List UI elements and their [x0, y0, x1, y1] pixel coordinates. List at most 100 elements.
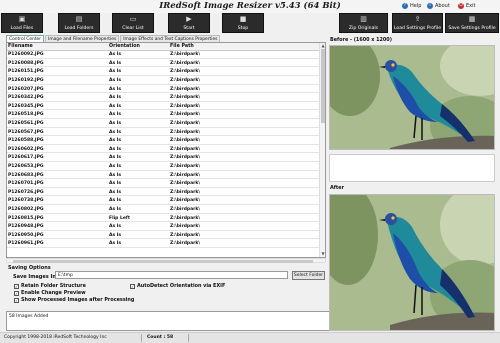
zip-originals-button[interactable]: ▥ Zip Originals [339, 13, 388, 33]
file-path-cell: Z:\birdpark\ [170, 78, 201, 84]
column-header-filename[interactable]: Filename [8, 44, 33, 49]
help-label: Help [410, 3, 422, 9]
file-path-cell: Z:\birdpark\ [170, 146, 201, 152]
file-path-cell: Z:\birdpark\ [170, 181, 201, 187]
about-button[interactable]: i About [427, 3, 450, 9]
column-header-orientation[interactable]: Orientation [109, 44, 140, 49]
table-row[interactable]: P1260561.JPG As Is Z:\birdpark\ [7, 120, 321, 128]
filename-cell: P1260961.JPG [8, 241, 44, 247]
filename-cell: P1260518.JPG [8, 112, 44, 118]
table-row[interactable]: P1260567.JPG As Is Z:\birdpark\ [7, 128, 321, 137]
table-row[interactable]: P1260088.JPG As Is Z:\birdpark\ [7, 60, 321, 68]
enable-preview-label: Enable Change Preview [21, 290, 86, 296]
start-label: Start [183, 26, 195, 31]
table-row[interactable]: P1260683.JPG As Is Z:\birdpark\ [7, 171, 321, 180]
orientation-cell: As Is [109, 232, 122, 238]
load-folders-button[interactable]: ▤ Load Folders [58, 13, 100, 33]
show-processed-checkbox[interactable]: ✓ Show Processed Images after Processing [14, 297, 134, 303]
enable-preview-checkbox[interactable]: ✓ Enable Change Preview [14, 290, 86, 296]
table-row[interactable]: P1260948.JPG As Is Z:\birdpark\ [7, 223, 321, 231]
retain-folder-label: Retain Folder Structure [21, 283, 86, 289]
table-row[interactable]: P1260653.JPG As Is Z:\birdpark\ [7, 163, 321, 171]
table-row[interactable]: P1260617.JPG As Is Z:\birdpark\ [7, 154, 321, 162]
start-button[interactable]: ▶ Start [168, 13, 210, 33]
file-path-cell: Z:\birdpark\ [170, 121, 201, 127]
orientation-cell: As Is [109, 95, 122, 101]
file-path-cell: Z:\birdpark\ [170, 138, 201, 144]
table-row[interactable]: P1260701.JPG As Is Z:\birdpark\ [7, 180, 321, 188]
tab-image-effects-captions[interactable]: Image Effects and Text Captions Properti… [120, 35, 221, 42]
table-row[interactable]: P1260961.JPG As Is Z:\birdpark\ [7, 240, 321, 248]
load-files-button[interactable]: ▣ Load Files [1, 13, 43, 33]
zip-originals-label: Zip Originals [348, 26, 379, 31]
retain-folder-checkbox[interactable]: ✓ Retain Folder Structure [14, 283, 86, 289]
table-row[interactable]: P1260815.JPG Flip Left Z:\birdpark\ [7, 214, 321, 223]
orientation-cell: As Is [109, 78, 122, 84]
checkbox-checked-icon: ✓ [130, 283, 135, 289]
file-path-cell: Z:\birdpark\ [170, 155, 201, 161]
load-files-label: Load Files [10, 26, 34, 31]
save-settings-profile-button[interactable]: ▦ Save Settings Profile [445, 13, 499, 33]
table-row[interactable]: P1260738.JPG As Is Z:\birdpark\ [7, 197, 321, 205]
stop-button[interactable]: ■ Stop [222, 13, 264, 33]
orientation-cell: As Is [109, 69, 122, 75]
save-images-in-label: Save Images In [13, 274, 56, 280]
exit-button[interactable]: ⏻ Exit [458, 3, 475, 9]
filename-cell: P1260092.JPG [8, 52, 44, 58]
save-icon: ▦ [468, 15, 476, 23]
status-bar: Copyright 1998-2018 iRedSoft Technology … [0, 332, 500, 343]
saving-options-label: Saving Options [8, 265, 51, 271]
filename-cell: P1260701.JPG [8, 181, 44, 187]
before-label: Before - (1600 x 1200) [330, 37, 392, 43]
column-header-file-path[interactable]: File Path [170, 44, 194, 49]
before-preview-image [329, 45, 495, 150]
count-text: Count : 58 [147, 335, 174, 340]
exit-label: Exit [466, 3, 476, 9]
tab-image-filename-properties[interactable]: Image and Filename Properties [45, 35, 120, 42]
table-row[interactable]: P1260518.JPG As Is Z:\birdpark\ [7, 111, 321, 119]
load-settings-profile-button[interactable]: ⇪ Load Settings Profile [392, 13, 443, 33]
copyright-text: Copyright 1998-2018 iRedSoft Technology … [4, 335, 107, 340]
table-row[interactable]: P1260802.JPG As Is Z:\birdpark\ [7, 206, 321, 214]
autodetect-orientation-label: AutoDetect Orientation via EXIF [137, 283, 226, 289]
filename-cell: P1260653.JPG [8, 164, 44, 170]
tab-strip: Control Center Image and Filename Proper… [6, 35, 221, 42]
table-row[interactable]: P1260192.JPG As Is Z:\birdpark\ [7, 77, 321, 85]
autodetect-orientation-checkbox[interactable]: ✓ AutoDetect Orientation via EXIF [130, 283, 225, 289]
filename-cell: P1260088.JPG [8, 60, 44, 66]
scroll-thumb[interactable] [321, 49, 325, 123]
horizontal-scrollbar[interactable] [6, 258, 326, 263]
table-row[interactable]: P1260092.JPG As Is Z:\birdpark\ [7, 51, 321, 59]
orientation-cell: As Is [109, 103, 122, 109]
horizontal-scroll-thumb[interactable] [13, 260, 313, 263]
stop-icon: ■ [239, 15, 247, 23]
table-row[interactable]: P1260950.JPG As Is Z:\birdpark\ [7, 232, 321, 240]
title-bar: IRedSoft Image Resizer v5.43 (64 Bit) ? … [0, 0, 500, 13]
orientation-cell: As Is [109, 241, 122, 247]
tab-control-center[interactable]: Control Center [6, 35, 45, 42]
table-row[interactable]: P1260345.JPG As Is Z:\birdpark\ [7, 103, 321, 111]
table-row[interactable]: P1260342.JPG As Is Z:\birdpark\ [7, 94, 321, 102]
file-path-cell: Z:\birdpark\ [170, 224, 201, 230]
save-path-input[interactable]: E:\tmp [55, 271, 288, 279]
clear-list-label: Clear List [122, 26, 144, 31]
load-settings-profile-label: Load Settings Profile [393, 26, 442, 31]
filename-cell: P1260342.JPG [8, 95, 44, 101]
select-folder-button[interactable]: Select Folder [292, 271, 325, 280]
table-row[interactable]: P1260151.JPG As Is Z:\birdpark\ [7, 68, 321, 76]
table-row[interactable]: P1260588.JPG As Is Z:\birdpark\ [7, 137, 321, 145]
after-label: After [330, 185, 344, 191]
vertical-scrollbar[interactable]: ▲ ▼ [319, 43, 325, 257]
filename-cell: P1260948.JPG [8, 224, 44, 230]
file-path-cell: Z:\birdpark\ [170, 172, 201, 178]
open-icon: ⇪ [414, 15, 421, 23]
filename-cell: P1260815.JPG [8, 215, 44, 221]
table-row[interactable]: P1260207.JPG As Is Z:\birdpark\ [7, 85, 321, 94]
scroll-down-icon[interactable]: ▼ [320, 251, 325, 257]
table-row[interactable]: P1260726.JPG As Is Z:\birdpark\ [7, 189, 321, 197]
table-row[interactable]: P1260602.JPG As Is Z:\birdpark\ [7, 146, 321, 154]
clear-list-button[interactable]: ▭ Clear List [112, 13, 154, 33]
help-button[interactable]: ? Help [402, 3, 421, 9]
file-list-table[interactable]: Filename Orientation File Path P1260092.… [6, 42, 326, 258]
orientation-cell: Flip Left [109, 215, 130, 221]
